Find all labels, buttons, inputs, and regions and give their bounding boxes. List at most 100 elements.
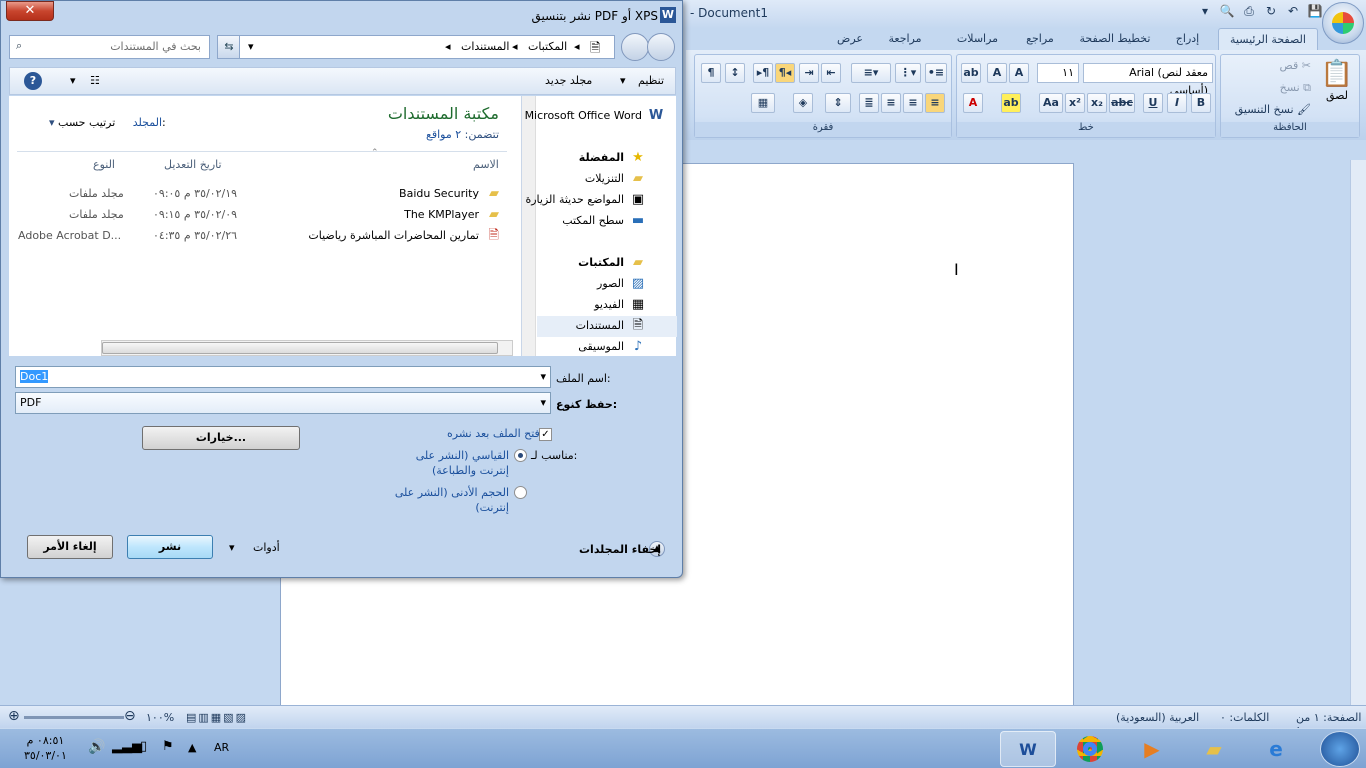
library-locations-link[interactable]: ٢ مواقع: [426, 128, 461, 141]
highlight-icon[interactable]: ab: [1001, 93, 1021, 113]
nav-recent[interactable]: ▣ المواضع حديثة الزيارة: [525, 190, 646, 210]
start-button[interactable]: [1320, 731, 1360, 767]
borders-icon[interactable]: ▦: [751, 93, 775, 113]
grow-font-icon[interactable]: A: [1009, 63, 1029, 83]
paste-button[interactable]: 📋 لصق: [1319, 59, 1355, 119]
zoom-out-icon[interactable]: ⊖: [124, 708, 136, 724]
taskbar-chrome-icon[interactable]: [1062, 731, 1118, 767]
font-size-combo[interactable]: ١١: [1037, 63, 1079, 83]
language-status[interactable]: العربية (السعودية): [1116, 711, 1199, 724]
zoom-slider[interactable]: [24, 716, 124, 719]
align-left-icon[interactable]: ≡: [881, 93, 901, 113]
nav-libraries[interactable]: ▰ المكتبات: [578, 253, 646, 273]
change-case2-icon[interactable]: Aa: [1039, 93, 1063, 113]
file-row[interactable]: ▰ The KMPlayer ٣٥/٠٢/٠٩ م ٠٩:١٥ مجلد ملف…: [9, 205, 521, 225]
taskbar-media-player-icon[interactable]: ▶: [1124, 731, 1180, 767]
volume-icon[interactable]: 🔊: [88, 739, 105, 755]
minimum-radio[interactable]: [514, 486, 527, 499]
arrange-value[interactable]: المجلد: [133, 116, 162, 129]
align-center-icon[interactable]: ≡: [903, 93, 923, 113]
justify-icon[interactable]: ≣: [859, 93, 879, 113]
numbering-icon[interactable]: ⋮▾: [895, 63, 921, 83]
nav-videos[interactable]: ▦ الفيديو: [594, 295, 646, 315]
view-buttons-icon[interactable]: ▤▥▦▧▨: [186, 711, 248, 724]
nav-music[interactable]: ♪ الموسيقى: [578, 337, 646, 357]
tab-view[interactable]: عرض: [830, 28, 870, 50]
sort-icon[interactable]: ↕: [725, 63, 745, 83]
column-modified[interactable]: تاريخ التعديل: [164, 158, 222, 171]
nav-desktop[interactable]: ▬ سطح المكتب: [562, 211, 646, 231]
show-marks-icon[interactable]: ¶: [701, 63, 721, 83]
filename-dropdown-icon[interactable]: ▾: [540, 367, 546, 387]
scroll-thumb[interactable]: [102, 342, 498, 354]
ltr-icon[interactable]: ▸¶: [753, 63, 773, 83]
breadcrumb-documents[interactable]: المستندات: [461, 40, 509, 53]
savetype-dropdown-icon[interactable]: ▾: [540, 393, 546, 413]
tools-label[interactable]: أدوات: [253, 541, 280, 554]
cancel-button[interactable]: إلغاء الأمر: [27, 535, 113, 559]
tab-home[interactable]: الصفحة الرئيسية: [1218, 28, 1318, 50]
redo-icon[interactable]: ↻: [1262, 4, 1280, 22]
back-button[interactable]: [621, 33, 649, 61]
line-spacing-icon[interactable]: ⇕: [825, 93, 851, 113]
close-button[interactable]: ✕: [6, 1, 54, 21]
file-row[interactable]: 🗎 تمارين المحاضرات المباشرة رياضيات ٣٥/٠…: [9, 226, 521, 246]
zoom-in-icon[interactable]: ⊕: [8, 708, 20, 724]
taskbar-word-icon[interactable]: W: [1000, 731, 1056, 767]
horizontal-scrollbar[interactable]: [101, 340, 513, 356]
align-right-icon[interactable]: ≡: [925, 93, 945, 113]
subscript-icon[interactable]: x₂: [1087, 93, 1107, 113]
nav-pictures[interactable]: ▨ الصور: [597, 274, 646, 294]
publish-button[interactable]: نشر: [127, 535, 213, 559]
tab-references[interactable]: مراجع: [1020, 28, 1060, 50]
underline-icon[interactable]: U: [1143, 93, 1163, 113]
word-count[interactable]: الكلمات: ٠: [1220, 711, 1269, 724]
tab-mailings[interactable]: مراسلات: [950, 28, 1005, 50]
superscript-icon[interactable]: x²: [1065, 93, 1085, 113]
bold-icon[interactable]: B: [1191, 93, 1211, 113]
taskbar-explorer-icon[interactable]: ▰: [1186, 731, 1242, 767]
address-bar[interactable]: ▾ ◂ المستندات ◂ المكتبات ◂ 🗎: [239, 35, 615, 59]
nav-documents[interactable]: 🗎 المستندات: [576, 316, 646, 336]
refresh-button[interactable]: ⇆: [217, 35, 241, 59]
breadcrumb-libraries[interactable]: المكتبات: [528, 40, 567, 53]
change-case-icon[interactable]: ab: [961, 63, 981, 83]
forward-button[interactable]: [647, 33, 675, 61]
vertical-scrollbar[interactable]: [1350, 160, 1366, 705]
increase-indent-icon[interactable]: ⇥: [799, 63, 819, 83]
tab-insert[interactable]: إدراج: [1165, 28, 1210, 50]
filename-input[interactable]: Doc1 ▾: [15, 366, 551, 388]
tab-page-layout[interactable]: تخطيط الصفحة: [1075, 28, 1155, 50]
open-after-checkbox[interactable]: ✓: [539, 428, 552, 441]
column-type[interactable]: النوع: [93, 158, 115, 171]
show-hidden-icons-icon[interactable]: ▲: [188, 741, 196, 754]
shrink-font-icon[interactable]: A: [987, 63, 1007, 83]
nav-downloads[interactable]: ▰ التنزيلات: [585, 169, 646, 189]
tools-dropdown-icon[interactable]: ▾: [229, 541, 235, 554]
italic-icon[interactable]: I: [1167, 93, 1187, 113]
hide-folders-label[interactable]: إخفاء المجلدات: [579, 543, 661, 556]
tab-review[interactable]: مراجعة: [880, 28, 930, 50]
organize-dropdown-icon[interactable]: ▾: [620, 74, 626, 87]
battery-icon[interactable]: ▯: [140, 739, 147, 754]
copy-button[interactable]: نسخ ⧉: [1280, 81, 1311, 95]
help-icon[interactable]: ?: [24, 72, 42, 90]
language-indicator[interactable]: AR: [214, 741, 229, 754]
address-dropdown-icon[interactable]: ▾: [248, 40, 254, 53]
new-folder-button[interactable]: مجلد جديد: [545, 74, 592, 87]
clock[interactable]: ٠٨:٥١ م ٣٥/٠٣/٠١: [24, 733, 67, 763]
taskbar-ie-icon[interactable]: e: [1248, 731, 1304, 767]
print-icon[interactable]: ⎙: [1240, 4, 1258, 22]
decrease-indent-icon[interactable]: ⇤: [821, 63, 841, 83]
nav-scrollbar[interactable]: [522, 96, 536, 356]
multilevel-list-icon[interactable]: ≡▾: [851, 63, 891, 83]
flag-icon[interactable]: ⚑: [162, 739, 174, 754]
savetype-select[interactable]: PDF ▾: [15, 392, 551, 414]
strikethrough-icon[interactable]: abc: [1109, 93, 1135, 113]
options-button[interactable]: خيارات...: [142, 426, 300, 450]
font-name-combo[interactable]: Arial (معقد لنص أساسي): [1083, 63, 1213, 97]
bullets-icon[interactable]: •≡: [925, 63, 947, 83]
nav-word-root[interactable]: W Microsoft Office Word: [525, 106, 664, 126]
column-name[interactable]: الاسم: [473, 158, 499, 171]
zoom-level[interactable]: ١٠٠%: [146, 711, 174, 724]
